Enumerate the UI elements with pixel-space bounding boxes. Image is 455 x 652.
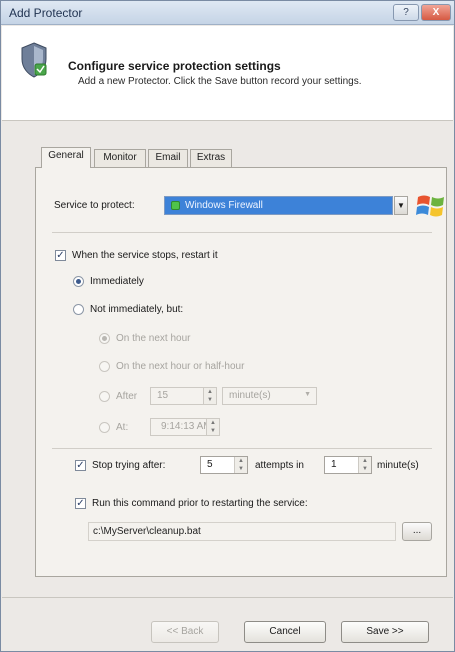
footer-separator: [2, 597, 453, 598]
after-radio[interactable]: [99, 391, 110, 402]
separator-top: [52, 232, 432, 233]
after-label: After: [116, 391, 138, 402]
service-status-icon: [171, 201, 180, 210]
service-select-value: Windows Firewall: [185, 200, 263, 211]
at-stepper-arrows[interactable]: ▲ ▼: [206, 419, 219, 435]
immediately-label: Immediately: [90, 276, 144, 287]
next-half-hour-radio[interactable]: [99, 361, 110, 372]
not-immediately-radio[interactable]: [73, 304, 84, 315]
tab-monitor[interactable]: Monitor: [94, 149, 146, 167]
restart-checkbox-label: When the service stops, restart it: [72, 250, 218, 261]
after-minutes-stepper[interactable]: 15 ▲ ▼: [150, 387, 217, 405]
next-hour-radio[interactable]: [99, 333, 110, 344]
separator-middle: [52, 448, 432, 449]
minutes-label: minute(s): [377, 460, 419, 471]
header-title: Configure service protection settings: [68, 59, 281, 73]
attempts-stepper[interactable]: 5 ▲ ▼: [200, 456, 248, 474]
next-hour-label: On the next hour: [116, 333, 191, 344]
at-time-value: 9:14:13 AM: [161, 421, 212, 432]
tab-general[interactable]: General: [41, 147, 91, 168]
shield-icon: [21, 42, 47, 78]
windows-logo-icon: [416, 195, 444, 217]
header-subtitle: Add a new Protector. Click the Save butt…: [78, 76, 362, 87]
header-panel: Configure service protection settings Ad…: [2, 26, 453, 121]
save-button[interactable]: Save >>: [341, 621, 429, 643]
command-path-input[interactable]: c:\MyServer\cleanup.bat: [88, 522, 396, 541]
window-title: Add Protector: [9, 6, 83, 20]
cancel-button[interactable]: Cancel: [244, 621, 326, 643]
attempts-stepper-arrows[interactable]: ▲ ▼: [234, 457, 247, 473]
minutes-stepper[interactable]: 1 ▲ ▼: [324, 456, 372, 474]
attempts-value: 5: [207, 459, 213, 470]
at-time-picker[interactable]: 9:14:13 AM ▲ ▼: [150, 418, 220, 436]
close-button[interactable]: X: [421, 4, 451, 21]
next-half-hour-label: On the next hour or half-hour: [116, 361, 245, 372]
service-label: Service to protect:: [54, 200, 135, 211]
command-path-value: c:\MyServer\cleanup.bat: [93, 526, 201, 537]
at-radio[interactable]: [99, 422, 110, 433]
browse-button[interactable]: ...: [402, 522, 432, 541]
tab-email[interactable]: Email: [148, 149, 188, 167]
run-command-label: Run this command prior to restarting the…: [92, 498, 308, 509]
attempts-label: attempts in: [255, 460, 304, 471]
stop-trying-label: Stop trying after:: [92, 460, 166, 471]
help-button[interactable]: ?: [393, 4, 419, 21]
service-dropdown-button[interactable]: ▼: [394, 196, 408, 215]
chevron-down-icon: ▼: [304, 391, 311, 398]
after-unit-value: minute(s): [229, 390, 271, 401]
minutes-stepper-arrows[interactable]: ▲ ▼: [358, 457, 371, 473]
immediately-radio[interactable]: [73, 276, 84, 287]
after-stepper-arrows[interactable]: ▲ ▼: [203, 388, 216, 404]
at-label: At:: [116, 422, 129, 433]
minutes-value: 1: [331, 459, 337, 470]
general-tab-panel: Service to protect: Windows Firewall ▼ ✓…: [35, 167, 447, 577]
after-minutes-value: 15: [157, 390, 169, 401]
add-protector-window: Add Protector ? X Configure service prot…: [0, 0, 455, 652]
run-command-checkbox[interactable]: ✓: [75, 498, 86, 509]
title-bar: Add Protector ? X: [1, 1, 454, 25]
back-button[interactable]: << Back: [151, 621, 219, 643]
restart-checkbox[interactable]: ✓: [55, 250, 66, 261]
service-select[interactable]: Windows Firewall: [164, 196, 393, 215]
not-immediately-label: Not immediately, but:: [90, 304, 184, 315]
stop-trying-checkbox[interactable]: ✓: [75, 460, 86, 471]
after-unit-select[interactable]: minute(s) ▼: [222, 387, 317, 405]
tab-extras[interactable]: Extras: [190, 149, 232, 167]
